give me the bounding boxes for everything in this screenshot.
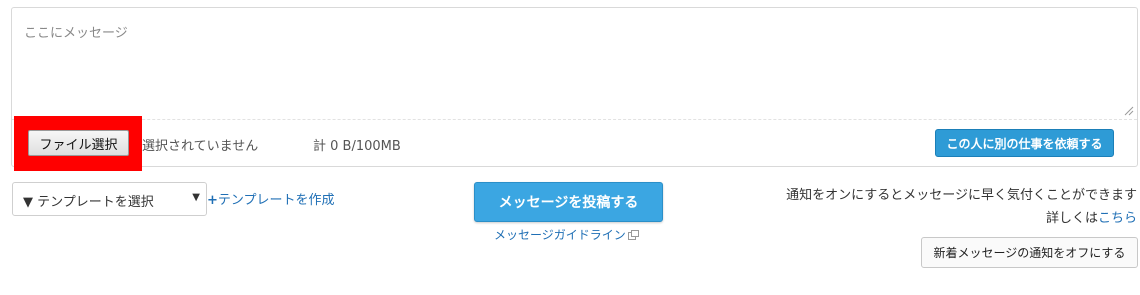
request-another-job-button[interactable]: この人に別の仕事を依頼する bbox=[935, 129, 1114, 157]
details-prefix: 詳しくは bbox=[1045, 211, 1098, 226]
notification-description: 通知をオンにするとメッセージに早く気付くことができます bbox=[786, 188, 1137, 203]
composer-divider bbox=[12, 119, 1137, 120]
template-select-label: ▼ テンプレートを選択 bbox=[23, 195, 154, 210]
caret-down-icon: ▼ bbox=[192, 192, 200, 203]
post-message-button[interactable]: メッセージを投稿する bbox=[474, 182, 663, 222]
template-select[interactable]: ▼ テンプレートを選択 ▼ bbox=[12, 182, 207, 216]
create-template-label: テンプレートを作成 bbox=[217, 193, 335, 208]
details-link[interactable]: こちら bbox=[1098, 211, 1137, 226]
file-size-total: 計 0 B/100MB bbox=[313, 139, 401, 154]
plus-icon: + bbox=[207, 193, 218, 208]
message-guideline-link[interactable]: メッセージガイドライン bbox=[494, 226, 639, 243]
file-status-text: 選択されていません bbox=[142, 139, 259, 154]
notification-details: 詳しくはこちら bbox=[1046, 207, 1137, 226]
create-template-link[interactable]: +テンプレートを作成 bbox=[207, 189, 335, 208]
resize-grip-icon[interactable] bbox=[1124, 106, 1134, 116]
message-guideline-label: メッセージガイドライン bbox=[494, 228, 626, 242]
toggle-notification-button[interactable]: 新着メッセージの通知をオフにする bbox=[921, 237, 1138, 268]
external-link-icon bbox=[627, 230, 639, 240]
message-input[interactable] bbox=[12, 8, 1137, 119]
file-select-button[interactable]: ファイル選択 bbox=[28, 130, 129, 156]
